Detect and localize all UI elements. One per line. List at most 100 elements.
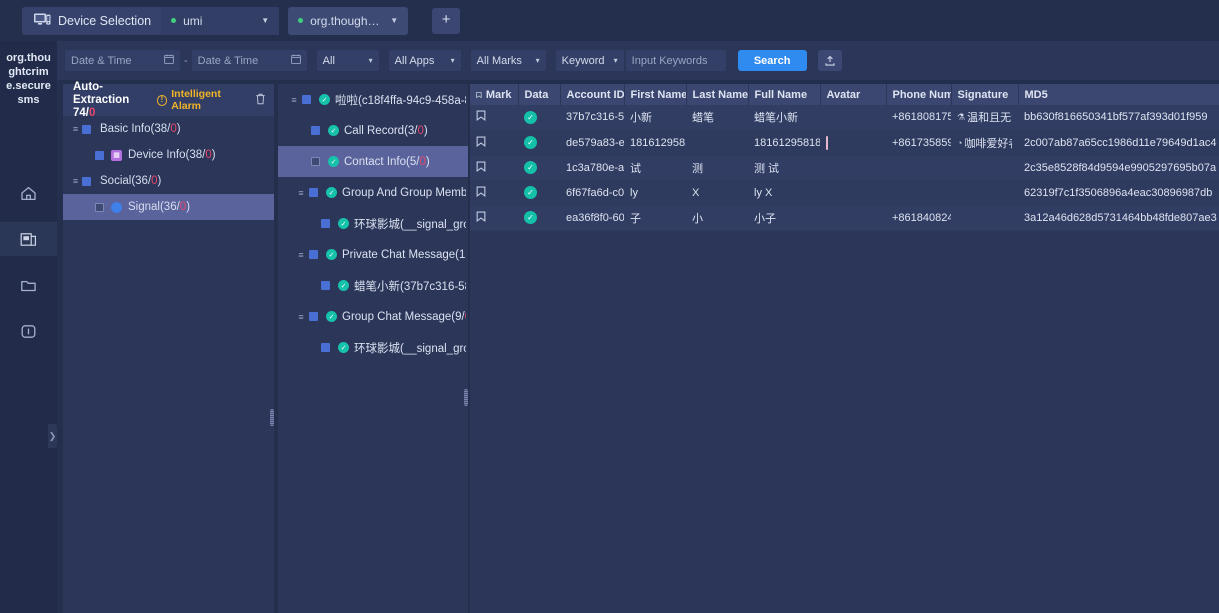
table-row[interactable]: ✓ 6f67fa6d-c03 ly X ly X 62319f7c1f35068…	[470, 180, 1219, 206]
cell-full-name: ly X	[748, 180, 820, 206]
filter-bar: Date & Time - Date & Time All ▾ All Apps…	[57, 41, 1219, 80]
device-info-icon: ▦	[111, 149, 122, 161]
checkbox[interactable]	[95, 150, 104, 160]
select-marks-dropdown[interactable]: All Marks ▾	[470, 50, 546, 71]
select-apps-value: All Apps	[394, 54, 435, 67]
date-start-placeholder: Date & Time	[71, 54, 132, 67]
table-row[interactable]: ✓ 37b7c316-58 小新 蜡笔 蜡笔小新 +861808175 ⚗ 温和且…	[470, 105, 1219, 131]
panel1-resize-handle[interactable]	[270, 409, 274, 426]
expander-icon[interactable]: ≡	[293, 188, 309, 198]
chevron-down-icon[interactable]: ▼	[261, 16, 269, 25]
panel2-resize-handle[interactable]	[464, 389, 468, 406]
report-icon[interactable]	[0, 222, 57, 256]
checkbox[interactable]	[309, 250, 318, 259]
search-button[interactable]: Search	[737, 50, 807, 71]
column-header-account-id[interactable]: Account ID	[560, 84, 625, 105]
cell-mark[interactable]	[470, 130, 518, 156]
bookmark-icon[interactable]	[476, 110, 486, 124]
device-selection-button[interactable]: Device Selection	[22, 6, 162, 35]
checkbox[interactable]	[82, 176, 91, 186]
cell-first-name: 子	[624, 205, 686, 231]
keyword-input[interactable]: Input Keywords	[625, 50, 726, 71]
column-header-signature[interactable]: Signature	[951, 84, 1019, 105]
column-header-data[interactable]: Data	[518, 84, 561, 105]
checkbox[interactable]	[309, 188, 318, 197]
select-keyword-dropdown[interactable]: Keyword ▾	[555, 50, 624, 71]
data-tree-item-group-and-member[interactable]: ≡ ✓ Group And Group Member Inf	[278, 177, 468, 208]
trash-icon[interactable]	[255, 93, 266, 108]
cell-phone	[886, 180, 951, 206]
data-tree-item-group-universal[interactable]: ✓ 环球影城(__signal_group__v2	[278, 208, 468, 239]
select-apps-dropdown[interactable]: All Apps ▾	[388, 50, 461, 71]
column-header-first-name[interactable]: First Name	[624, 84, 687, 105]
sidebar-collapse-handle[interactable]: ❯	[48, 424, 57, 448]
checkbox[interactable]	[311, 157, 320, 166]
cell-signature: ⚗温和且无消	[951, 105, 1018, 131]
bookmark-icon[interactable]	[476, 136, 486, 150]
date-range-separator: -	[184, 54, 188, 67]
data-tree-item-contact-info[interactable]: ✓ Contact Info(5/0)	[278, 146, 468, 177]
bookmark-icon[interactable]	[476, 186, 486, 200]
bookmark-icon[interactable]	[476, 211, 486, 225]
expander-icon[interactable]: ≡	[293, 250, 309, 260]
column-header-full-name[interactable]: Full Name	[748, 84, 821, 105]
column-header-mark[interactable]: Mark	[470, 84, 519, 105]
expander-icon[interactable]: ≡	[69, 176, 82, 186]
expander-icon[interactable]: ≡	[286, 95, 302, 105]
checkbox[interactable]	[321, 281, 330, 290]
column-header-md5[interactable]: MD5	[1018, 84, 1219, 105]
cell-mark[interactable]	[470, 105, 518, 131]
cell-mark[interactable]	[470, 180, 518, 206]
data-tree-item-root-chat[interactable]: ≡ ✓ 啦啦(c18f4ffa-94c9-458a-8fbe-3b	[278, 84, 468, 115]
tree-item-social[interactable]: ≡ Social(36/0)	[63, 168, 274, 194]
select-all-dropdown[interactable]: All ▾	[316, 50, 379, 71]
tree-item-device-info[interactable]: ▦ Device Info(38/0)	[63, 142, 274, 168]
checkbox[interactable]	[82, 124, 91, 134]
home-icon[interactable]	[0, 176, 57, 210]
data-tree-item-private-chat[interactable]: ≡ ✓ Private Chat Message(12/0)	[278, 239, 468, 270]
status-check-icon: ✓	[319, 94, 330, 105]
checkbox[interactable]	[302, 95, 311, 104]
column-header-phone[interactable]: Phone Number	[886, 84, 952, 105]
cell-signature	[951, 155, 1018, 181]
column-header-avatar[interactable]: Avatar	[820, 84, 887, 105]
column-header-last-name[interactable]: Last Name	[686, 84, 749, 105]
cell-mark[interactable]	[470, 155, 518, 181]
tree-item-label: Basic Info(38/0)	[100, 123, 181, 135]
avatar[interactable]	[826, 135, 828, 150]
data-tree-item-label: 环球影城(__signal_group__v2	[354, 342, 466, 355]
device-tab-umi[interactable]: umi ▼	[161, 6, 280, 35]
device-tab-org-thoughtcrime[interactable]: org.thoughtcrime.s... ▼	[288, 6, 409, 35]
folder-icon[interactable]	[0, 268, 57, 302]
expander-icon[interactable]: ≡	[69, 124, 82, 134]
table-row[interactable]: ✓ 1c3a780e-af 试 测 测 试 2c35e8528f84d9594e…	[470, 155, 1219, 181]
data-tree-item-call-record[interactable]: ✓ Call Record(3/0)	[278, 115, 468, 146]
cell-avatar[interactable]	[820, 130, 886, 156]
add-tab-button[interactable]: +	[432, 7, 461, 34]
cell-mark[interactable]	[470, 205, 518, 231]
calendar-icon[interactable]	[164, 54, 174, 67]
checkbox[interactable]	[321, 343, 330, 352]
checkbox[interactable]	[321, 219, 330, 228]
cell-signature	[951, 205, 1018, 231]
tree-item-basic-info[interactable]: ≡ Basic Info(38/0)	[63, 116, 274, 142]
checkbox[interactable]	[309, 312, 318, 321]
tree-item-signal[interactable]: Signal(36/0)	[63, 194, 274, 220]
date-start-input[interactable]: Date & Time	[65, 50, 180, 71]
chevron-down-icon[interactable]: ▼	[390, 16, 398, 25]
data-tree-item-private-crayon[interactable]: ✓ 蜡笔小新(37b7c316-58d4-49	[278, 270, 468, 301]
checkbox[interactable]	[95, 202, 104, 212]
data-tree-item-group-chat-universal[interactable]: ✓ 环球影城(__signal_group__v2	[278, 332, 468, 363]
export-button[interactable]	[817, 50, 842, 71]
data-check-icon: ✓	[524, 211, 537, 224]
table-row[interactable]: ✓ de579a83-eb 18161295818 18161295818 +8…	[470, 130, 1219, 156]
calendar-icon[interactable]	[290, 54, 301, 67]
checkbox[interactable]	[311, 126, 320, 135]
intelligent-alarm-button[interactable]: ! Intelligent Alarm	[156, 88, 250, 112]
table-row[interactable]: ✓ ea36f8f0-607 子 小 小子 +861840824 3a12a46…	[470, 205, 1219, 231]
date-end-input[interactable]: Date & Time	[191, 50, 307, 71]
info-icon[interactable]	[0, 314, 57, 348]
bookmark-icon[interactable]	[476, 161, 486, 175]
expander-icon[interactable]: ≡	[293, 312, 309, 322]
data-tree-item-group-chat[interactable]: ≡ ✓ Group Chat Message(9/0)	[278, 301, 468, 332]
